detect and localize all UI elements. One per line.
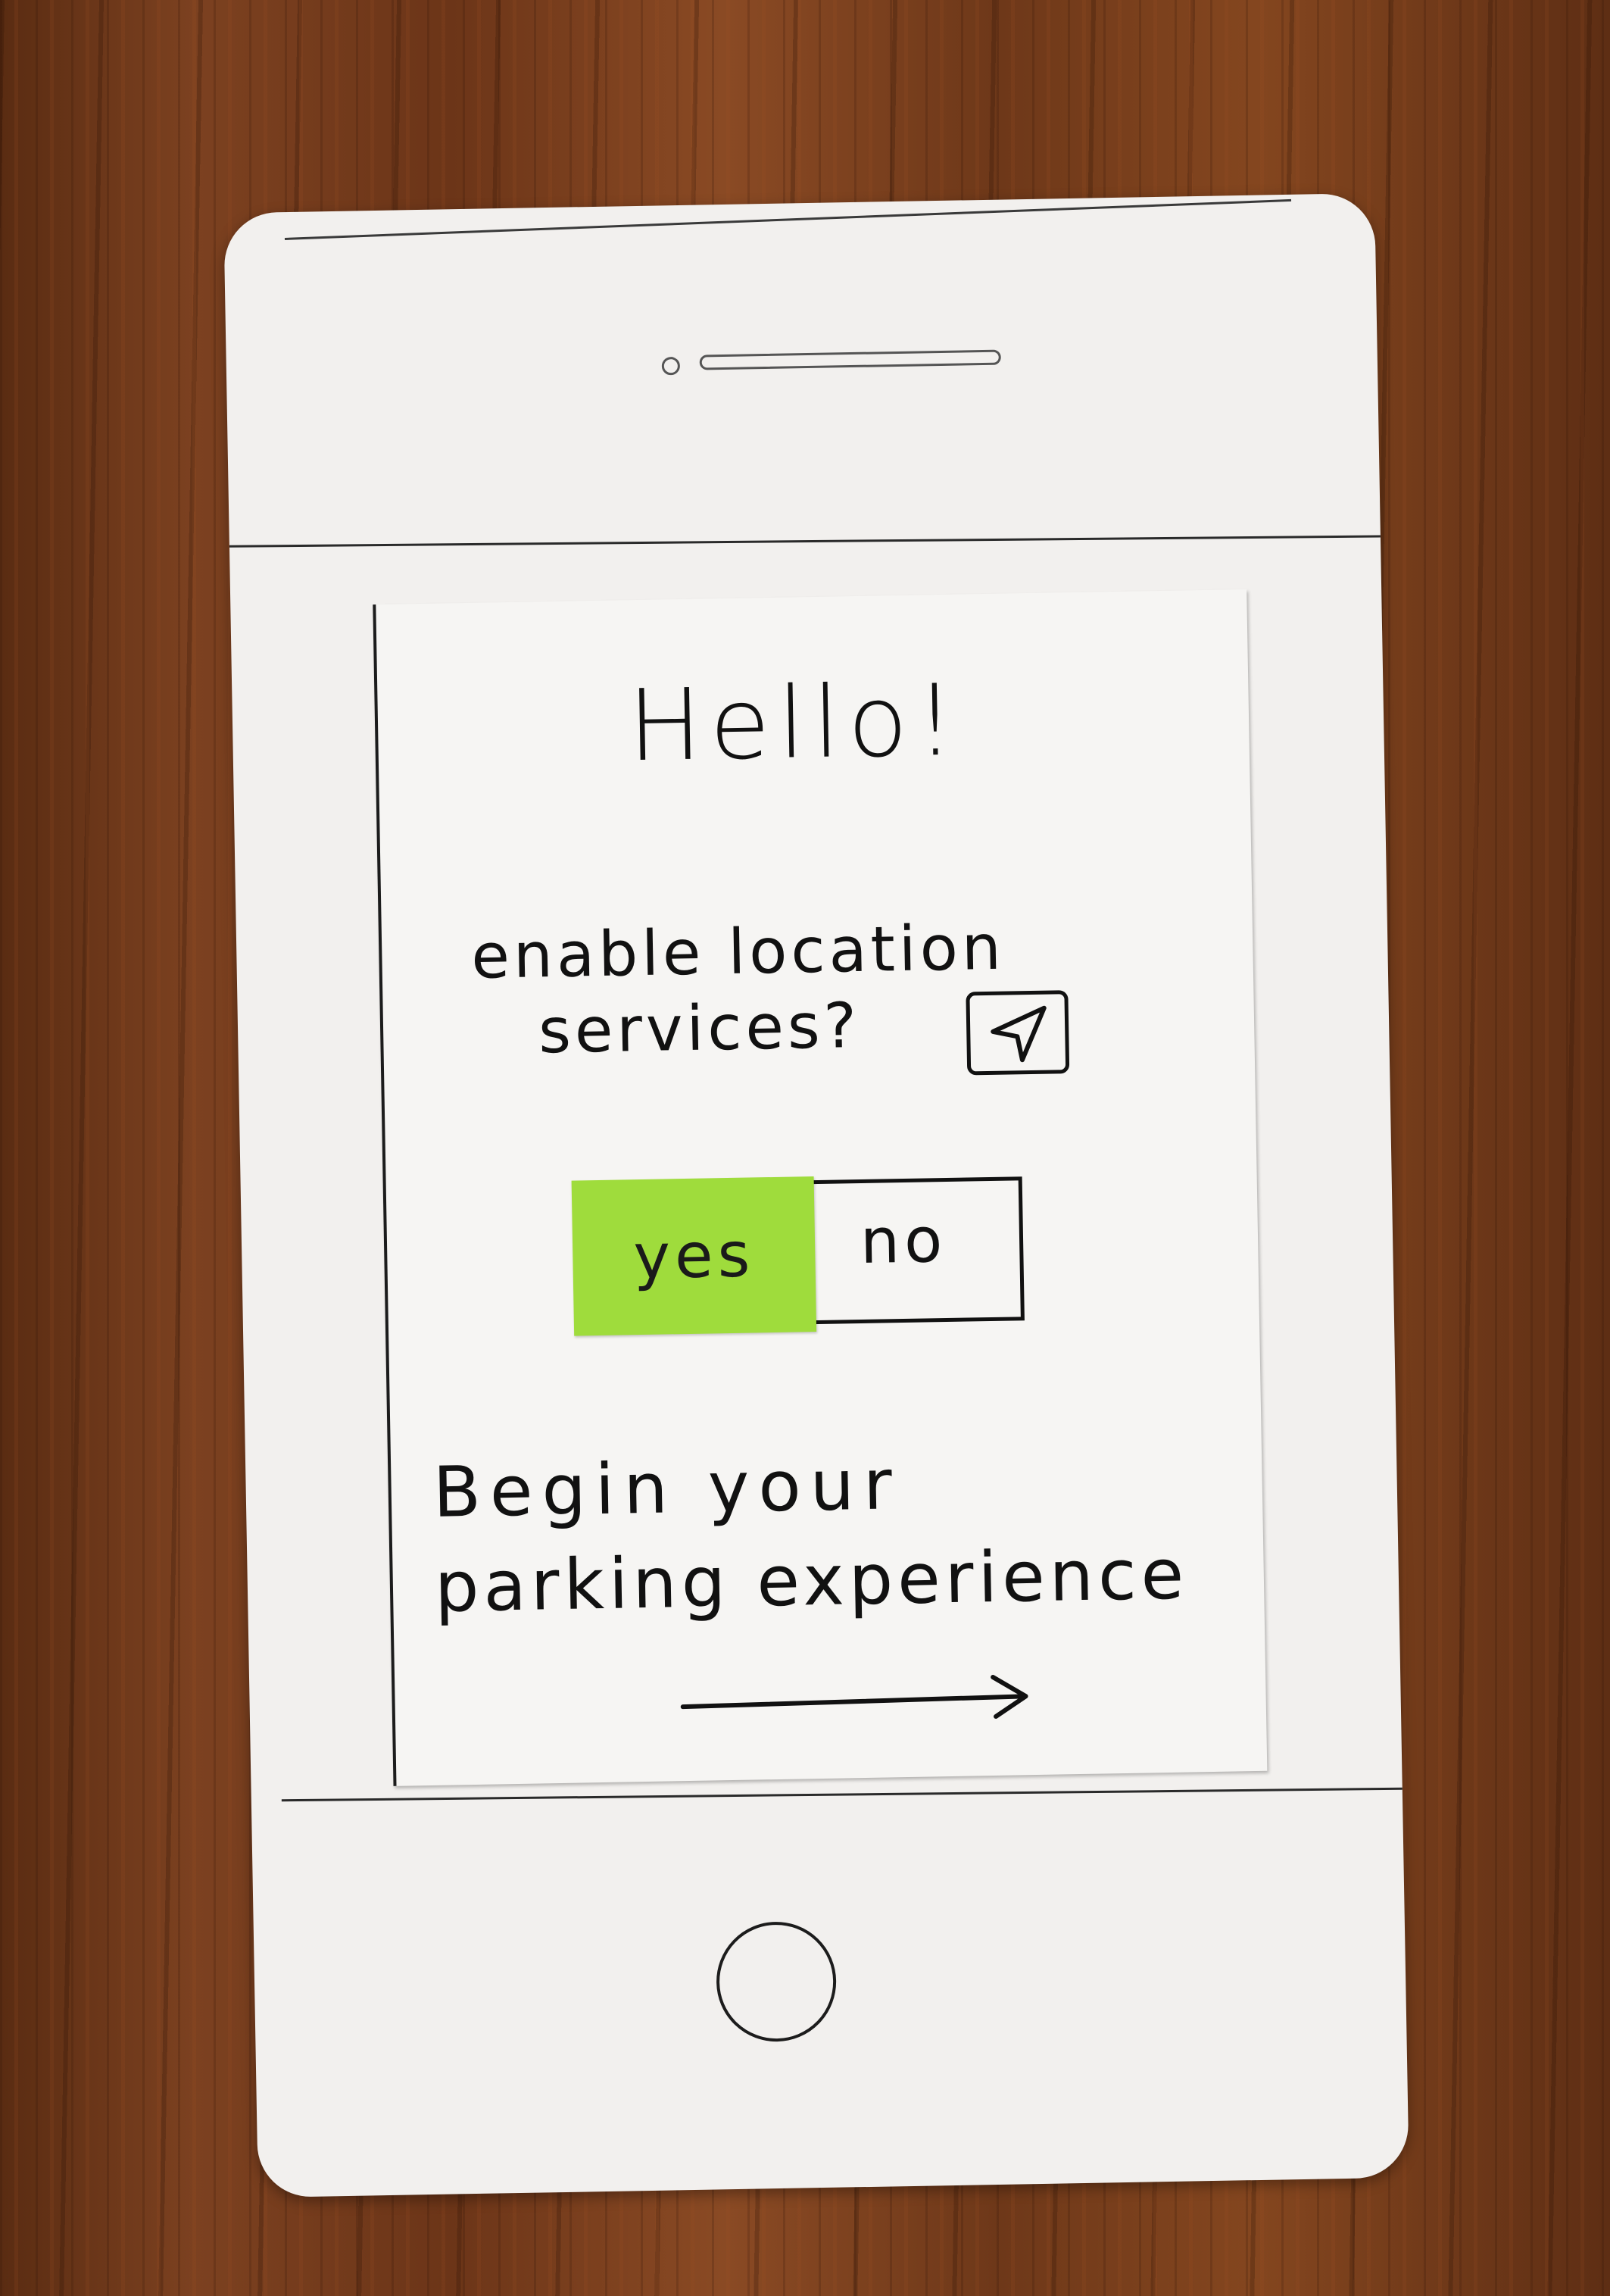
speaker-slot-icon (699, 349, 1001, 370)
arrow-right-icon[interactable] (679, 1669, 1035, 1728)
toggle-yes-label: yes (632, 1219, 756, 1294)
location-arrow-icon (966, 990, 1070, 1076)
location-arrow-svg (991, 1005, 1047, 1063)
toggle-no-option[interactable]: no (860, 1204, 947, 1278)
screen-bottom-divider (281, 1787, 1403, 1802)
home-button-icon[interactable] (715, 1920, 838, 2043)
location-prompt-line2: services? (538, 989, 861, 1068)
location-toggle[interactable]: yes no (571, 1176, 1025, 1336)
toggle-yes-option[interactable]: yes (571, 1176, 817, 1336)
location-prompt-line1: enable location (470, 911, 1006, 993)
cta-line2: parking experience (434, 1533, 1190, 1628)
app-screen: Hello! enable location services? yes no … (373, 589, 1268, 1786)
paper-phone-frame: Hello! enable location services? yes no … (223, 192, 1409, 2198)
cta-line1: Begin your (432, 1444, 902, 1533)
screen-top-divider (229, 535, 1381, 548)
front-camera-icon (661, 356, 681, 376)
greeting-title: Hello! (626, 662, 964, 784)
